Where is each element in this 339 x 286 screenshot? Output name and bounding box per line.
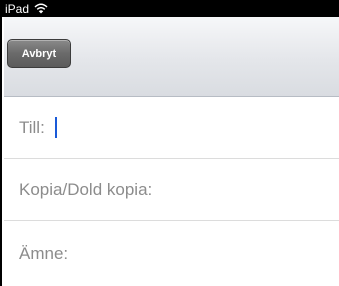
subject-field[interactable]: Ämne:	[4, 221, 339, 286]
text-cursor	[54, 117, 57, 138]
cc-bcc-field[interactable]: Kopia/Dold kopia:	[4, 159, 339, 221]
subject-label: Ämne:	[19, 243, 69, 263]
to-field[interactable]: Till:	[4, 97, 339, 159]
cc-bcc-label: Kopia/Dold kopia:	[19, 179, 153, 199]
cancel-button[interactable]: Avbryt	[7, 39, 71, 68]
navigation-bar: Avbryt	[4, 17, 339, 97]
wifi-icon	[34, 3, 48, 14]
status-bar: iPad	[2, 0, 339, 17]
screen: iPad Avbryt Till: Kopia/Dold kopia: Ämne…	[0, 0, 339, 286]
to-label: Till:	[19, 117, 45, 137]
device-name: iPad	[5, 1, 30, 16]
